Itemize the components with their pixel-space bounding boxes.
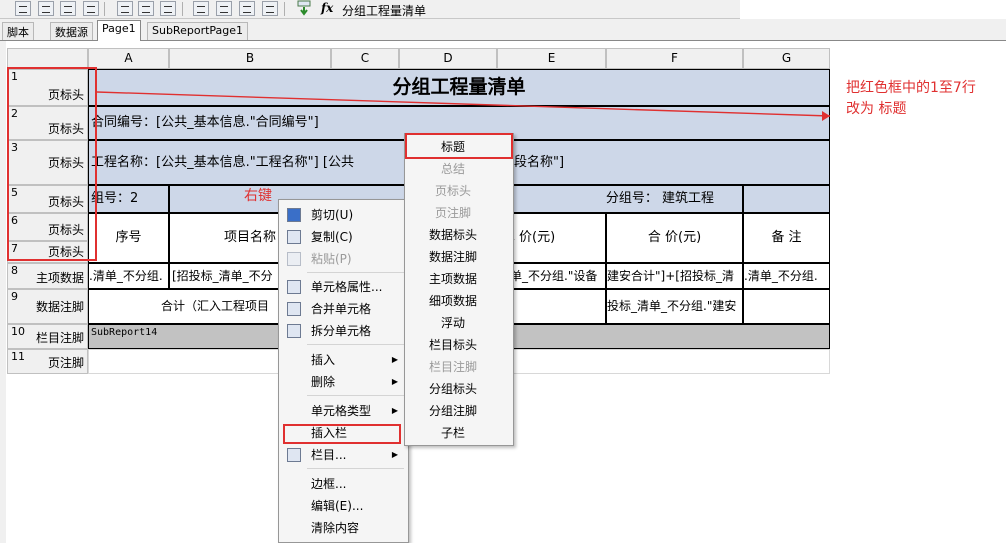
formula-text[interactable]: 分组工程量清单 (342, 2, 426, 19)
group-name-cell[interactable]: 分组号： 建筑工程 (497, 185, 743, 213)
tab-page1[interactable]: Page1 (97, 20, 141, 41)
header-note-cell[interactable]: 备 注 (743, 213, 830, 263)
paste-icon (287, 252, 301, 266)
insert-row-icon[interactable] (193, 1, 209, 16)
group-number-cell[interactable]: 组号：2 (88, 185, 169, 213)
row-header-10[interactable]: 10 栏目注脚 (7, 324, 88, 349)
menu-item-clear-content[interactable]: 清除内容 (279, 517, 408, 539)
column-header-f[interactable]: F (606, 48, 743, 69)
menu-item-cell-type[interactable]: 单元格类型 ▶ (279, 400, 408, 422)
align-center-icon[interactable] (38, 1, 54, 16)
column-header-d[interactable]: D (399, 48, 497, 69)
tab-datasource[interactable]: 数据源 (50, 22, 93, 40)
submenu-item-floating[interactable]: 浮动 (405, 312, 513, 334)
column-header-g[interactable]: G (743, 48, 830, 69)
align-bottom-icon[interactable] (138, 1, 154, 16)
group-blank-g-cell[interactable] (743, 185, 830, 213)
highlight-rows-1-7 (7, 67, 97, 261)
menu-item-columns[interactable]: 栏目... ▶ (279, 444, 408, 466)
row8-f-cell[interactable]: 建安合计"]+[招投标_清 (606, 263, 743, 289)
column-header-e[interactable]: E (497, 48, 606, 69)
cell-props-icon (287, 280, 301, 294)
menu-item-border[interactable]: 边框... (279, 473, 408, 495)
delete-row-icon[interactable] (216, 1, 232, 16)
submenu-item-data-header[interactable]: 数据标头 (405, 224, 513, 246)
submenu-arrow-icon: ▶ (391, 355, 398, 364)
column-header-b[interactable]: B (169, 48, 331, 69)
formula-icon[interactable]: fx (321, 1, 333, 15)
header-total-price-cell[interactable]: 合 价(元) (606, 213, 743, 263)
column-icon (287, 448, 301, 462)
copy-icon (287, 230, 301, 244)
submenu-arrow-icon: ▶ (391, 377, 398, 386)
row-header-8[interactable]: 8 主项数据 (7, 263, 88, 289)
menu-item-insert[interactable]: 插入 ▶ (279, 349, 408, 371)
menu-item-paste[interactable]: 粘贴(P) (279, 248, 408, 270)
submenu-item-column-header[interactable]: 栏目标头 (405, 334, 513, 356)
tab-script[interactable]: 脚本 (2, 22, 34, 40)
submenu-item-sub-band[interactable]: 子栏 (405, 422, 513, 444)
align-middle-icon[interactable] (117, 1, 133, 16)
menu-item-delete[interactable]: 删除 ▶ (279, 371, 408, 393)
highlight-insert-band (283, 424, 401, 444)
menu-item-cell-properties[interactable]: 单元格属性... (279, 276, 408, 298)
left-margin (0, 41, 6, 543)
menu-item-merge-cells[interactable]: 合并单元格 (279, 298, 408, 320)
submenu-item-data-footer[interactable]: 数据注脚 (405, 246, 513, 268)
tab-bar: 脚本 数据源 Page1 SubReportPage1 (0, 19, 1006, 41)
column-header-a[interactable]: A (88, 48, 169, 69)
submenu-item-group-footer[interactable]: 分组注脚 (405, 400, 513, 422)
insert-band-submenu: 标题 总结 页标头 页注脚 数据标头 数据注脚 主项数据 细项数据 浮动 栏目标… (404, 133, 514, 446)
same-size-icon[interactable] (160, 1, 176, 16)
align-left-icon[interactable] (15, 1, 31, 16)
menu-item-split-cells[interactable]: 拆分单元格 (279, 320, 408, 342)
row-header-9[interactable]: 9 数据注脚 (7, 289, 88, 324)
submenu-item-column-footer[interactable]: 栏目注脚 (405, 356, 513, 378)
cut-icon (287, 208, 301, 222)
row8-g-cell[interactable]: .清单_不分组. (743, 263, 830, 289)
context-menu: 剪切(U) 复制(C) 粘贴(P) 单元格属性... 合并单元格 拆分单元格 插… (278, 199, 409, 543)
row-header-11[interactable]: 11 页注脚 (7, 349, 88, 374)
split-cells-icon (287, 324, 301, 338)
align-top-icon[interactable] (83, 1, 99, 16)
submenu-item-group-header[interactable]: 分组标头 (405, 378, 513, 400)
submenu-item-master-data[interactable]: 主项数据 (405, 268, 513, 290)
menu-item-edit[interactable]: 编辑(E)... (279, 495, 408, 517)
submenu-arrow-icon: ▶ (391, 406, 398, 415)
row9-g-cell[interactable] (743, 289, 830, 324)
row9-f-cell[interactable]: 投标_清单_不分组."建安 (606, 289, 743, 324)
submenu-item-page-header[interactable]: 页标头 (405, 180, 513, 202)
merge-cells-icon (287, 302, 301, 316)
column-header-c[interactable]: C (331, 48, 399, 69)
align-right-icon[interactable] (60, 1, 76, 16)
annotation-arrow (96, 91, 831, 121)
submenu-item-page-footer[interactable]: 页注脚 (405, 202, 513, 224)
submenu-item-summary[interactable]: 总结 (405, 158, 513, 180)
apply-down-icon[interactable] (296, 0, 314, 17)
annotation-note: 把红色框中的1至7行 改为 标题 (846, 80, 976, 117)
insert-column-icon[interactable] (239, 1, 255, 16)
menu-item-cut[interactable]: 剪切(U) (279, 204, 408, 226)
tab-subreportpage1[interactable]: SubReportPage1 (147, 22, 249, 40)
delete-column-icon[interactable] (262, 1, 278, 16)
toolbar: fx 分组工程量清单 (0, 0, 740, 19)
menu-item-copy[interactable]: 复制(C) (279, 226, 408, 248)
submenu-item-detail-data[interactable]: 细项数据 (405, 290, 513, 312)
header-serial-cell[interactable]: 序号 (88, 213, 169, 263)
submenu-arrow-icon: ▶ (391, 450, 398, 459)
annotation-right-click: 右键 (244, 188, 272, 204)
highlight-title-item (405, 133, 513, 159)
grid-corner[interactable] (7, 48, 88, 69)
row8-a-cell[interactable]: .清单_不分组. (88, 263, 169, 289)
